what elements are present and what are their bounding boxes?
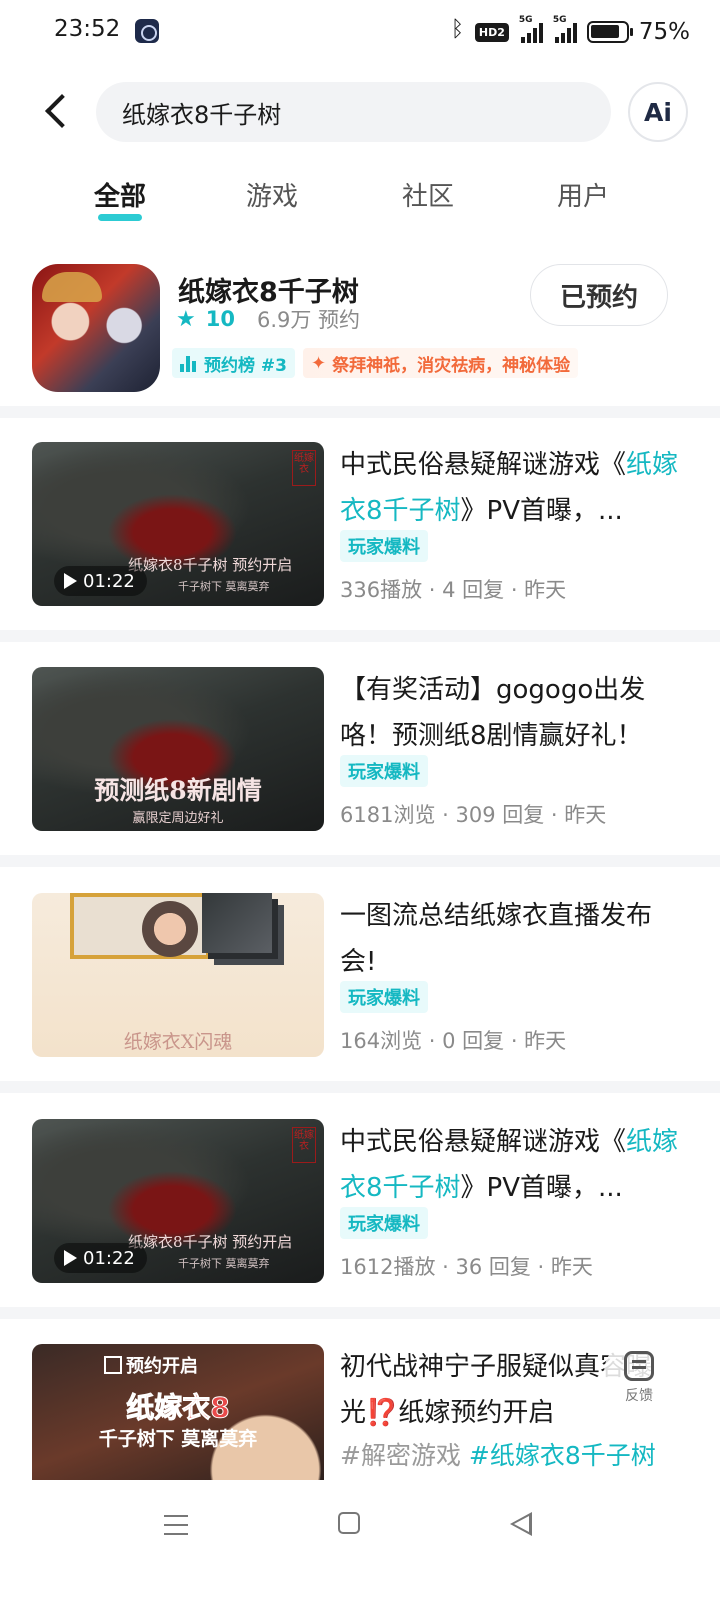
reservation-count: 6.9万 预约	[256, 308, 361, 332]
post-item[interactable]: 预测纸8新剧情 赢限定周边好礼 【有奖活动】gogogo出发咯！预测纸8剧情赢好…	[0, 667, 720, 877]
status-icons: HD2 5G 5G 75%	[451, 14, 690, 50]
signal-1-label: 5G	[518, 15, 533, 25]
post-category-tag[interactable]: 玩家爆料	[340, 981, 428, 1013]
thumb-portrait-circle	[142, 901, 198, 957]
post-title[interactable]: 中式民俗悬疑解谜游戏《纸嫁衣8千子树》PV首曝，...	[340, 1119, 680, 1211]
thumb-caption: 纸嫁衣8千子树 预约开启	[128, 556, 293, 574]
thumb-card-stack	[202, 893, 272, 953]
game-icon[interactable]	[32, 264, 160, 392]
post-stats: 164浏览 · 0 回复 · 昨天	[340, 1029, 567, 1053]
thumb-line-1-text: 预约开启	[126, 1356, 198, 1377]
tab-games[interactable]: 游戏	[222, 176, 322, 213]
tab-users[interactable]: 用户	[533, 176, 633, 213]
rank-tag[interactable]: 预约榜 #3	[172, 348, 295, 378]
bluetooth-icon	[451, 17, 465, 43]
hashtag-1[interactable]: #解密游戏	[340, 1441, 461, 1470]
post-category-tag[interactable]: 玩家爆料	[340, 755, 428, 787]
search-box[interactable]	[96, 82, 611, 142]
video-duration: 01:22	[54, 1243, 147, 1273]
feedback-label: 反馈	[625, 1388, 653, 1404]
section-divider	[0, 1081, 720, 1093]
hashtag-2[interactable]: #纸嫁衣8千子树	[469, 1441, 656, 1470]
title-text: 中式民俗悬疑解谜游戏《	[340, 1127, 627, 1157]
active-tab-indicator	[98, 214, 142, 221]
section-divider	[0, 406, 720, 418]
section-divider	[0, 1307, 720, 1319]
home-icon[interactable]	[338, 1512, 360, 1534]
post-category-tag[interactable]: 玩家爆料	[340, 530, 428, 562]
thumb-subcaption: 赢限定周边好礼	[132, 811, 224, 826]
recent-apps-icon[interactable]	[164, 1515, 188, 1535]
thumb-line-2: 纸嫁衣8	[126, 1391, 230, 1425]
signal-2-label: 5G	[552, 15, 567, 25]
thumb-caption: 纸嫁衣8千子树 预约开启	[128, 1233, 293, 1251]
post-thumbnail[interactable]: 预约开启 纸嫁衣8 千子树下 莫离莫弃	[32, 1344, 324, 1484]
post-stats: 336播放 · 4 回复 · 昨天	[340, 578, 567, 602]
video-duration: 01:22	[54, 566, 147, 596]
sparkle-icon: ✦	[311, 352, 327, 374]
title-text-end: 》PV首曝，...	[460, 1173, 623, 1203]
ai-assistant-button[interactable]: Ai	[628, 82, 688, 142]
result-tabs: 全部 游戏 社区 用户	[0, 176, 720, 232]
post-thumbnail[interactable]: 预测纸8新剧情 赢限定周边好礼	[32, 667, 324, 831]
post-stats: 1612播放 · 36 回复 · 昨天	[340, 1255, 593, 1279]
post-title[interactable]: 一图流总结纸嫁衣直播发布会!	[340, 893, 680, 985]
title-text-end: 》PV首曝，...	[460, 496, 623, 526]
rank-tag-label: 预约榜 #3	[204, 355, 287, 376]
game-seal: 纸嫁衣	[292, 450, 316, 486]
thumb-caption: 预测纸8新剧情	[94, 776, 262, 805]
status-bar: 23:52 HD2 5G 5G 75%	[0, 0, 720, 66]
play-icon	[64, 1250, 77, 1266]
signal-icon-2: 5G	[553, 15, 577, 43]
hd-voice-badge: HD2	[474, 22, 509, 42]
back-arrow-icon[interactable]	[38, 88, 78, 134]
battery-icon	[586, 21, 633, 43]
feedback-button[interactable]: 反馈	[604, 1338, 674, 1418]
game-tags: 预约榜 #3 ✦ 祭拜神祇，消灾祛病，神秘体验	[172, 348, 579, 378]
tab-community[interactable]: 社区	[378, 176, 478, 213]
tab-all[interactable]: 全部	[70, 176, 170, 213]
section-divider	[0, 630, 720, 642]
feature-tag-label: 祭拜神祇，消灾祛病，神秘体验	[332, 355, 571, 376]
post-thumbnail[interactable]: 纸嫁衣 纸嫁衣8千子树 预约开启 千子树下 莫离莫弃 01:22	[32, 442, 324, 606]
post-thumbnail[interactable]: 纸嫁衣X闪魂	[32, 893, 324, 1057]
post-stats: 6181浏览 · 309 回复 · 昨天	[340, 803, 607, 827]
thumb-line-1: 预约开启	[104, 1352, 198, 1378]
game-score: 10	[205, 307, 235, 331]
duration-label: 01:22	[83, 1247, 135, 1269]
status-time: 23:52	[54, 16, 121, 42]
post-hashtags: #解密游戏 #纸嫁衣8千子树	[340, 1436, 680, 1472]
thumb-subcaption: 千子树下 莫离莫弃	[178, 580, 270, 593]
post-category-tag[interactable]: 玩家爆料	[340, 1207, 428, 1239]
system-back-icon[interactable]	[510, 1512, 532, 1536]
search-input[interactable]	[122, 98, 582, 126]
post-title[interactable]: 中式民俗悬疑解谜游戏《纸嫁衣8千子树》PV首曝，...	[340, 442, 680, 534]
post-item[interactable]: 纸嫁衣X闪魂 一图流总结纸嫁衣直播发布会! 玩家爆料 164浏览 · 0 回复 …	[0, 893, 720, 1103]
thumb-subcaption: 千子树下 莫离莫弃	[178, 1257, 270, 1270]
rank-chart-icon	[180, 354, 198, 372]
system-nav-bar	[0, 1480, 720, 1612]
post-item[interactable]: 纸嫁衣 纸嫁衣8千子树 预约开启 千子树下 莫离莫弃 01:22 中式民俗悬疑解…	[0, 442, 720, 652]
thumb-line-3: 千子树下 莫离莫弃	[98, 1428, 258, 1450]
title-text: 中式民俗悬疑解谜游戏《	[340, 450, 627, 480]
play-icon	[64, 573, 77, 589]
thumb-caption: 纸嫁衣X闪魂	[123, 1031, 233, 1053]
reserved-button[interactable]: 已预约	[530, 264, 668, 326]
game-result-card[interactable]: 纸嫁衣8千子树 ★ 10 6.9万 预约 预约榜 #3 ✦ 祭拜神祇，消灾祛病，…	[0, 256, 720, 406]
feature-tag: ✦ 祭拜神祇，消灾祛病，神秘体验	[303, 348, 579, 378]
battery-percent: 75%	[638, 19, 690, 45]
post-title[interactable]: 【有奖活动】gogogo出发咯！预测纸8剧情赢好礼！	[340, 667, 680, 759]
feedback-icon	[624, 1351, 654, 1381]
section-divider	[0, 855, 720, 867]
checkbox-icon	[104, 1356, 122, 1374]
clock-app-icon	[135, 19, 159, 43]
post-thumbnail[interactable]: 纸嫁衣 纸嫁衣8千子树 预约开启 千子树下 莫离莫弃 01:22	[32, 1119, 324, 1283]
star-icon: ★	[176, 306, 196, 332]
game-meta: ★ 10 6.9万 预约	[176, 304, 360, 334]
signal-icon-1: 5G	[519, 15, 543, 43]
duration-label: 01:22	[83, 570, 135, 592]
game-seal: 纸嫁衣	[292, 1127, 316, 1163]
post-item[interactable]: 纸嫁衣 纸嫁衣8千子树 预约开启 千子树下 莫离莫弃 01:22 中式民俗悬疑解…	[0, 1119, 720, 1329]
